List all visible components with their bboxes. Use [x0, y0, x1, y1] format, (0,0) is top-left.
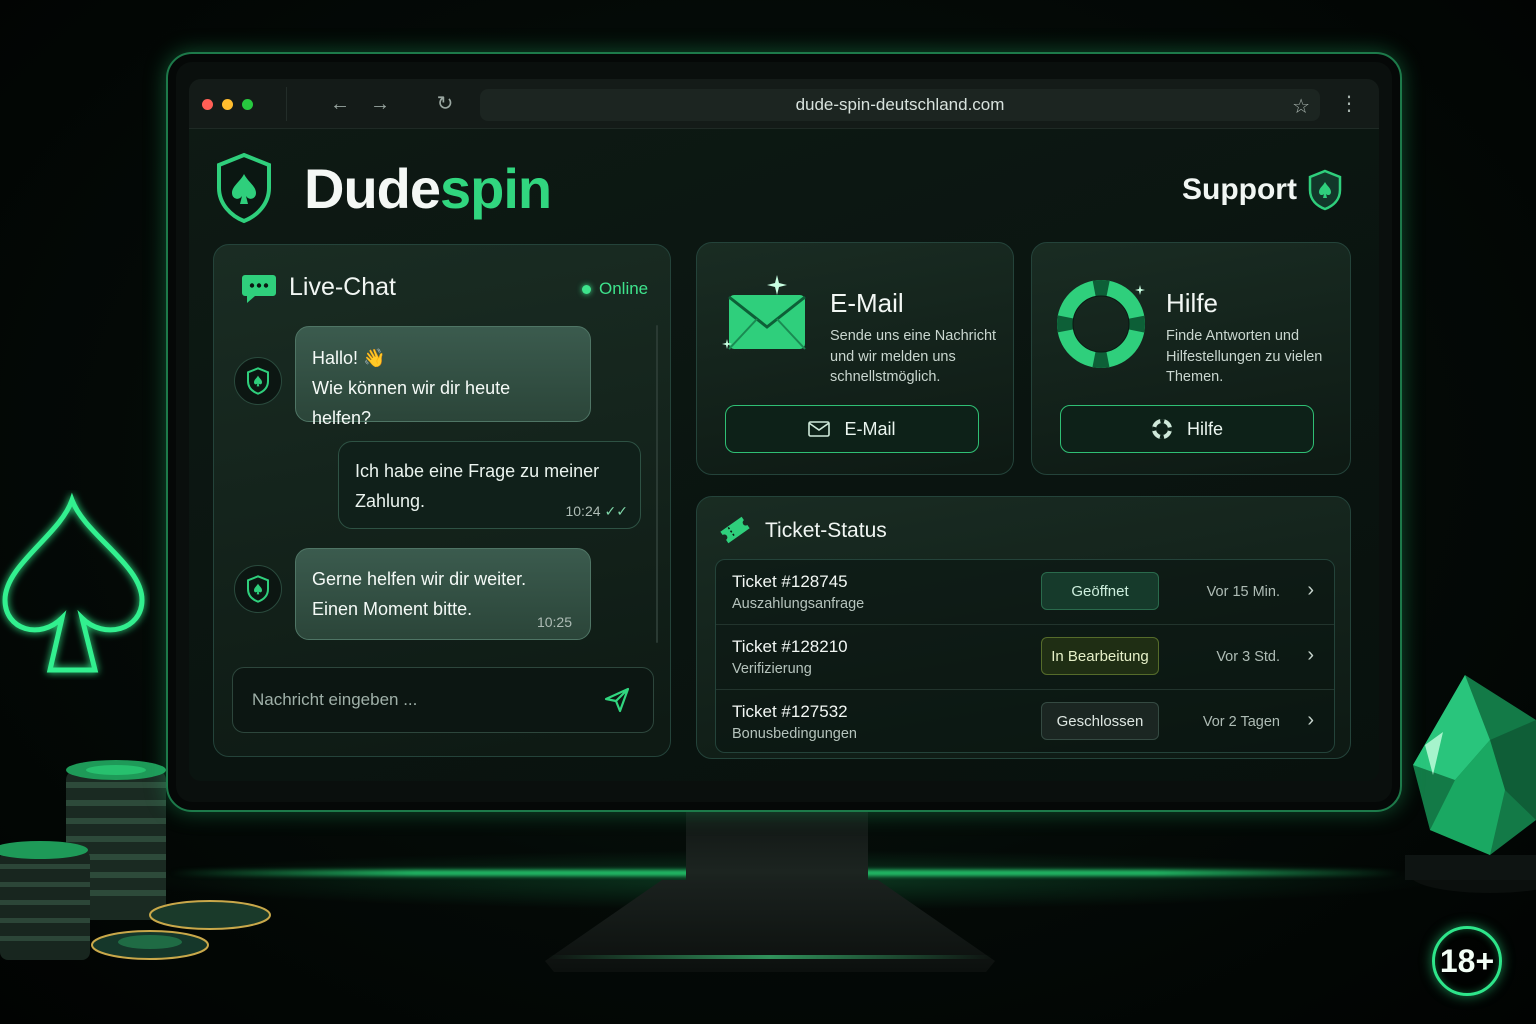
ticket-row[interactable]: Ticket #127532 Bonusbedingungen Geschlos…	[716, 690, 1334, 752]
live-chat-title: Live-Chat	[289, 273, 396, 301]
page-title: Support	[1182, 173, 1297, 206]
agent-avatar	[234, 565, 282, 613]
ticket-id: Ticket #128210	[732, 637, 848, 656]
chat-message-user: Ich habe eine Frage zu meiner Zahlung. 1…	[338, 441, 641, 529]
live-chat-panel: Live-Chat Online Hallo! 👋 Wie können wir…	[213, 244, 671, 757]
browser-menu-icon[interactable]: ⋮	[1339, 92, 1359, 116]
ticket-row[interactable]: Ticket #128210 Verifizierung In Bearbeit…	[716, 625, 1334, 690]
toolbar-divider	[286, 87, 287, 121]
small-lifebuoy-icon	[1151, 419, 1172, 439]
status-badge: Geöffnet	[1041, 572, 1159, 610]
message-time: 10:25	[536, 614, 572, 630]
email-card-description: Sende uns eine Nachricht und wir melden …	[830, 328, 997, 385]
send-icon[interactable]	[603, 686, 631, 714]
close-window-button[interactable]	[202, 99, 213, 110]
message-input[interactable]: Nachricht eingeben ...	[232, 667, 654, 733]
ticket-subject: Verifizierung	[732, 661, 812, 677]
chat-message-agent: Hallo! 👋 Wie können wir dir heute helfen…	[295, 326, 591, 428]
brand-part-spin: spin	[440, 157, 552, 220]
envelope-icon	[722, 275, 806, 350]
browser-window: ← → ↻ dude-spin-deutschland.com ☆ ⋮ Dude…	[189, 79, 1379, 781]
help-card-description: Finde Antworten und Hilfestellungen zu v…	[1166, 328, 1323, 385]
message-line: Einen Moment bitte.	[312, 599, 473, 619]
agent-shield-icon	[247, 367, 269, 395]
message-line: Hallo! 👋	[312, 348, 386, 368]
message-line: Gerne helfen wir dir weiter.	[312, 569, 527, 589]
ticket-icon	[720, 516, 750, 544]
message-input-placeholder: Nachricht eingeben ...	[252, 690, 418, 709]
mail-icon	[808, 421, 831, 437]
brand-wordmark: Dudespin	[304, 156, 552, 221]
message-line: Ich habe eine Frage zu meiner	[355, 461, 600, 481]
status-badge: Geschlossen	[1041, 702, 1159, 740]
ticket-time: Vor 3 Std.	[1216, 649, 1280, 665]
ticket-list: Ticket #128745 Auszahlungsanfrage Geöffn…	[715, 559, 1335, 753]
ticket-id: Ticket #127532	[732, 702, 848, 721]
email-card: E-Mail Sende uns eine Nachricht und wir …	[696, 242, 1014, 475]
online-status-label: Online	[599, 279, 649, 298]
help-card-title: Hilfe	[1166, 288, 1219, 318]
message-line: Wie können wir dir heute helfen?	[312, 378, 511, 428]
reload-icon[interactable]: ↻	[433, 92, 457, 116]
email-button[interactable]: E-Mail	[725, 405, 979, 453]
address-bar[interactable]: dude-spin-deutschland.com ☆	[480, 89, 1320, 121]
agent-avatar	[234, 357, 282, 405]
forward-arrow-icon[interactable]: →	[368, 92, 392, 116]
read-receipt-icon: ✓✓	[604, 503, 628, 519]
brand-part-dude: Dude	[304, 157, 441, 220]
ticket-time: Vor 15 Min.	[1206, 584, 1280, 600]
support-shield-icon	[1308, 169, 1342, 211]
dudespin-shield-logo-icon	[217, 152, 271, 224]
online-dot-icon	[582, 284, 591, 294]
ticket-subject: Auszahlungsanfrage	[732, 596, 865, 612]
browser-toolbar: ← → ↻ dude-spin-deutschland.com ☆ ⋮	[189, 79, 1379, 129]
help-card: Hilfe Finde Antworten und Hilfestellunge…	[1031, 242, 1351, 475]
monitor-stand-glow	[548, 955, 992, 959]
email-card-title: E-Mail	[830, 288, 904, 318]
age-restriction-badge: 18+	[1432, 926, 1502, 996]
maximize-window-button[interactable]	[242, 99, 253, 110]
ticket-status-panel: Ticket-Status Ticket #128745 Auszahlungs…	[696, 496, 1351, 759]
ticket-subject: Bonusbedingungen	[732, 726, 857, 742]
ticket-row[interactable]: Ticket #128745 Auszahlungsanfrage Geöffn…	[716, 560, 1334, 625]
message-timestamp: 10:24 ✓✓	[565, 502, 628, 520]
ticket-time: Vor 2 Tagen	[1202, 714, 1280, 730]
chat-scrollbar[interactable]	[656, 325, 658, 643]
help-button[interactable]: Hilfe	[1060, 405, 1314, 453]
minimize-window-button[interactable]	[222, 99, 233, 110]
chat-bubble-icon	[242, 275, 276, 303]
online-status: Online	[582, 279, 648, 299]
emerald-gem	[1405, 675, 1536, 893]
email-button-label: E-Mail	[844, 418, 896, 439]
chevron-right-icon[interactable]: ›	[1307, 579, 1314, 602]
chevron-right-icon[interactable]: ›	[1307, 709, 1314, 732]
back-arrow-icon[interactable]: ←	[328, 92, 352, 116]
lifebuoy-icon	[1057, 280, 1145, 368]
message-time: 10:24	[565, 503, 601, 519]
chevron-right-icon[interactable]: ›	[1307, 644, 1314, 667]
ticket-status-title: Ticket-Status	[765, 519, 887, 542]
agent-shield-icon	[247, 575, 269, 603]
chat-message-agent: Gerne helfen wir dir weiter. Einen Momen…	[295, 548, 591, 640]
status-badge: In Bearbeitung	[1041, 637, 1159, 675]
neon-spade-icon	[2, 492, 145, 673]
bookmark-star-icon[interactable]: ☆	[1292, 94, 1310, 119]
help-button-label: Hilfe	[1186, 418, 1223, 439]
ticket-id: Ticket #128745	[732, 572, 848, 591]
url-text: dude-spin-deutschland.com	[795, 95, 1005, 114]
